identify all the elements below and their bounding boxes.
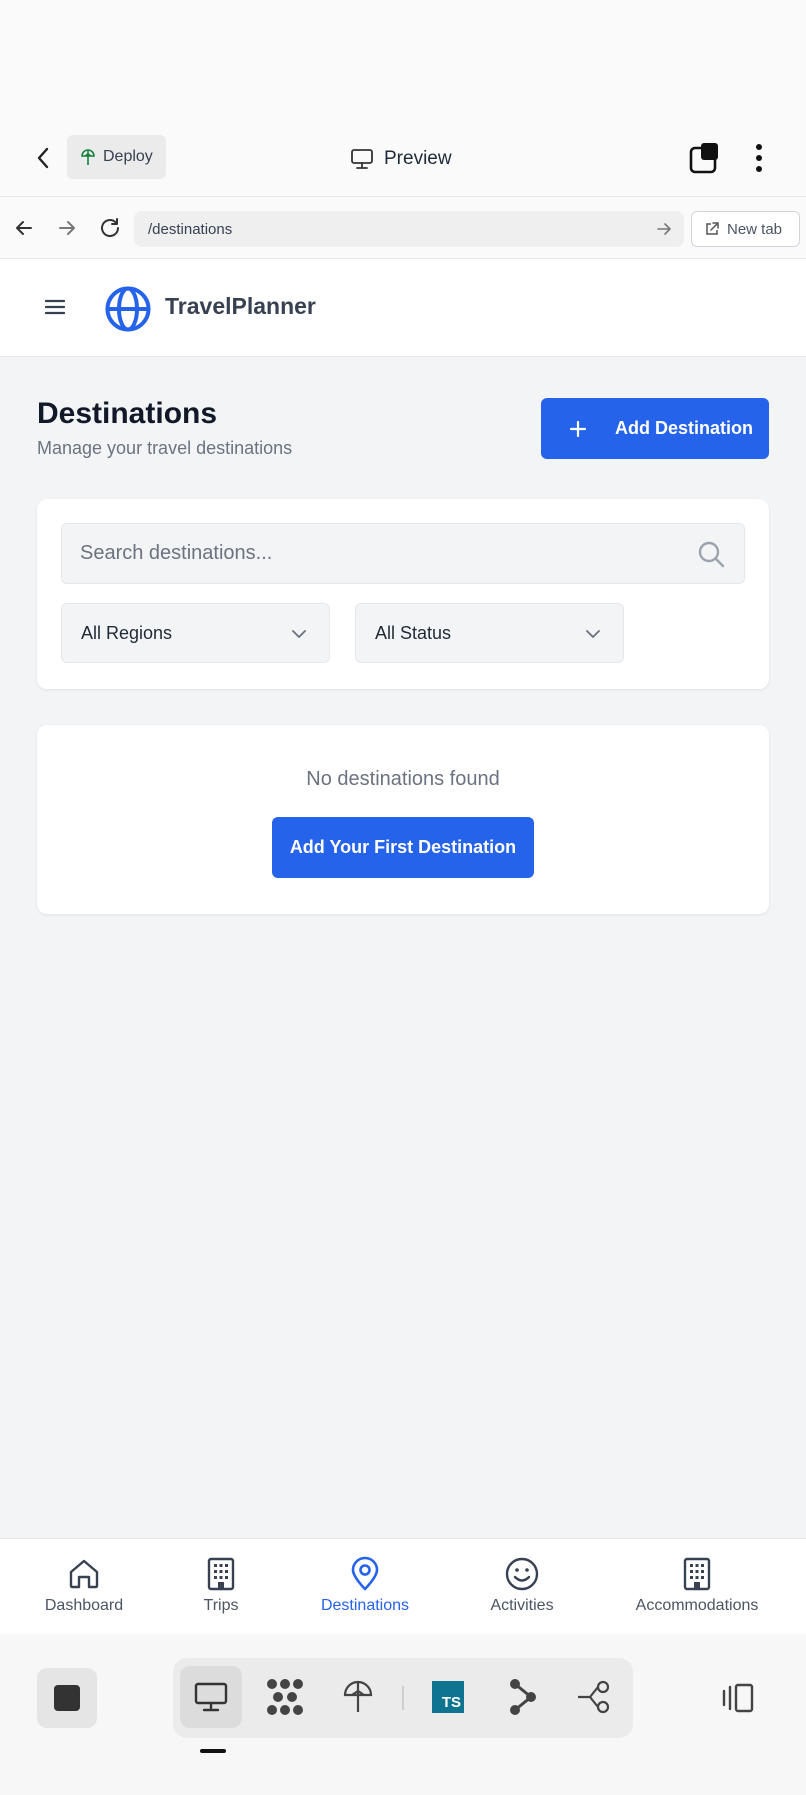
- nav-item-trips[interactable]: Trips: [196, 1555, 246, 1615]
- new-tab-button[interactable]: New tab: [691, 211, 800, 247]
- tabs-icon: [689, 143, 718, 174]
- split-panel-icon: [722, 1683, 754, 1713]
- map-pin-icon: [351, 1556, 379, 1591]
- search-input[interactable]: [62, 524, 682, 583]
- status-bar-area: [0, 0, 806, 119]
- nav-item-dashboard[interactable]: Dashboard: [44, 1555, 124, 1615]
- nav-label-activities: Activities: [490, 1597, 554, 1614]
- search-box: [61, 523, 745, 584]
- external-link-icon: [706, 222, 719, 235]
- url-input[interactable]: /destinations: [134, 211, 684, 247]
- ide-toolbar: TS: [0, 1634, 806, 1795]
- tool-connections[interactable]: [563, 1666, 625, 1728]
- empty-state-card: No destinations found Add Your First Des…: [37, 725, 769, 914]
- preview-title-text: Preview: [384, 148, 452, 169]
- url-bar-row: /destinations New tab: [0, 197, 806, 259]
- split-panel-button[interactable]: [718, 1678, 758, 1718]
- tool-git[interactable]: [491, 1666, 553, 1728]
- arrow-left-icon: [16, 221, 32, 235]
- bottom-nav: Dashboard Trips Destinations Activities …: [0, 1538, 806, 1634]
- nav-item-destinations[interactable]: Destinations: [319, 1555, 411, 1615]
- status-select-value: All Status: [375, 622, 452, 643]
- back-button[interactable]: [26, 141, 60, 175]
- more-options-button[interactable]: [746, 141, 772, 175]
- region-select[interactable]: All Regions: [61, 603, 330, 663]
- workspace-topbar: Deploy Preview: [0, 119, 806, 197]
- nav-item-activities[interactable]: Activities: [487, 1555, 557, 1615]
- reload-icon: [101, 218, 119, 237]
- menu-button[interactable]: [40, 292, 70, 322]
- hotel-icon: [683, 1557, 711, 1591]
- monitor-icon: [351, 149, 373, 169]
- tool-group: TS: [173, 1658, 633, 1738]
- url-text: /destinations: [148, 220, 233, 238]
- page-title: Destinations: [37, 397, 218, 430]
- add-destination-button[interactable]: Add Destination: [541, 398, 769, 459]
- add-destination-label: Add Destination: [615, 418, 753, 438]
- brand-name: TravelPlanner: [165, 293, 316, 319]
- workflow-dots-icon: [267, 1679, 303, 1715]
- reload-button[interactable]: [96, 214, 124, 242]
- home-icon: [69, 1559, 99, 1589]
- chevron-left-icon: [37, 147, 49, 169]
- tool-separator: [402, 1686, 404, 1710]
- tool-typescript[interactable]: TS: [417, 1666, 479, 1728]
- main-content: Destinations Manage your travel destinat…: [0, 357, 806, 1538]
- nav-label-destinations: Destinations: [320, 1597, 410, 1614]
- add-first-destination-button[interactable]: Add Your First Destination: [272, 817, 534, 878]
- git-branch-icon: [510, 1679, 536, 1715]
- hamburger-icon: [45, 299, 65, 315]
- chevron-down-icon: [586, 630, 600, 638]
- nav-item-accommodations[interactable]: Accommodations: [632, 1555, 762, 1615]
- tool-deploy[interactable]: [327, 1666, 389, 1728]
- deploy-icon: [343, 1680, 373, 1712]
- empty-state-message: No destinations found: [306, 768, 500, 790]
- share-nodes-icon: [578, 1680, 610, 1714]
- nav-label-dashboard: Dashboard: [44, 1597, 124, 1614]
- go-arrow-icon[interactable]: [654, 219, 674, 239]
- monitor-icon: [194, 1682, 228, 1712]
- tool-preview[interactable]: [180, 1666, 242, 1728]
- nav-label-accommodations: Accommodations: [635, 1597, 759, 1614]
- deploy-icon: [81, 149, 95, 165]
- tool-workflows[interactable]: [254, 1666, 316, 1728]
- preview-title: Preview: [350, 144, 452, 174]
- app-header: TravelPlanner: [0, 259, 806, 357]
- deploy-button[interactable]: Deploy: [67, 135, 166, 179]
- filter-card: All Regions All Status: [37, 499, 769, 689]
- browser-forward-button[interactable]: [53, 214, 81, 242]
- chevron-down-icon: [292, 630, 306, 638]
- browser-back-button[interactable]: [10, 214, 38, 242]
- typescript-icon: TS: [432, 1681, 464, 1713]
- region-select-value: All Regions: [81, 622, 173, 643]
- page-subtitle: Manage your travel destinations: [37, 438, 293, 458]
- building-icon: [207, 1557, 235, 1591]
- arrow-right-icon: [59, 221, 75, 235]
- new-tab-label: New tab: [727, 220, 783, 238]
- deploy-label: Deploy: [103, 148, 153, 165]
- status-select[interactable]: All Status: [355, 603, 624, 663]
- globe-logo-icon: [105, 286, 151, 332]
- stop-button[interactable]: [37, 1668, 97, 1728]
- active-tool-indicator: [200, 1749, 226, 1753]
- kebab-menu-icon: [756, 144, 762, 172]
- stop-icon: [54, 1685, 80, 1711]
- smiley-icon: [505, 1557, 539, 1591]
- plus-icon: [569, 420, 587, 437]
- nav-label-trips: Trips: [203, 1597, 239, 1614]
- search-icon: [698, 541, 725, 568]
- tabs-button[interactable]: [688, 141, 722, 175]
